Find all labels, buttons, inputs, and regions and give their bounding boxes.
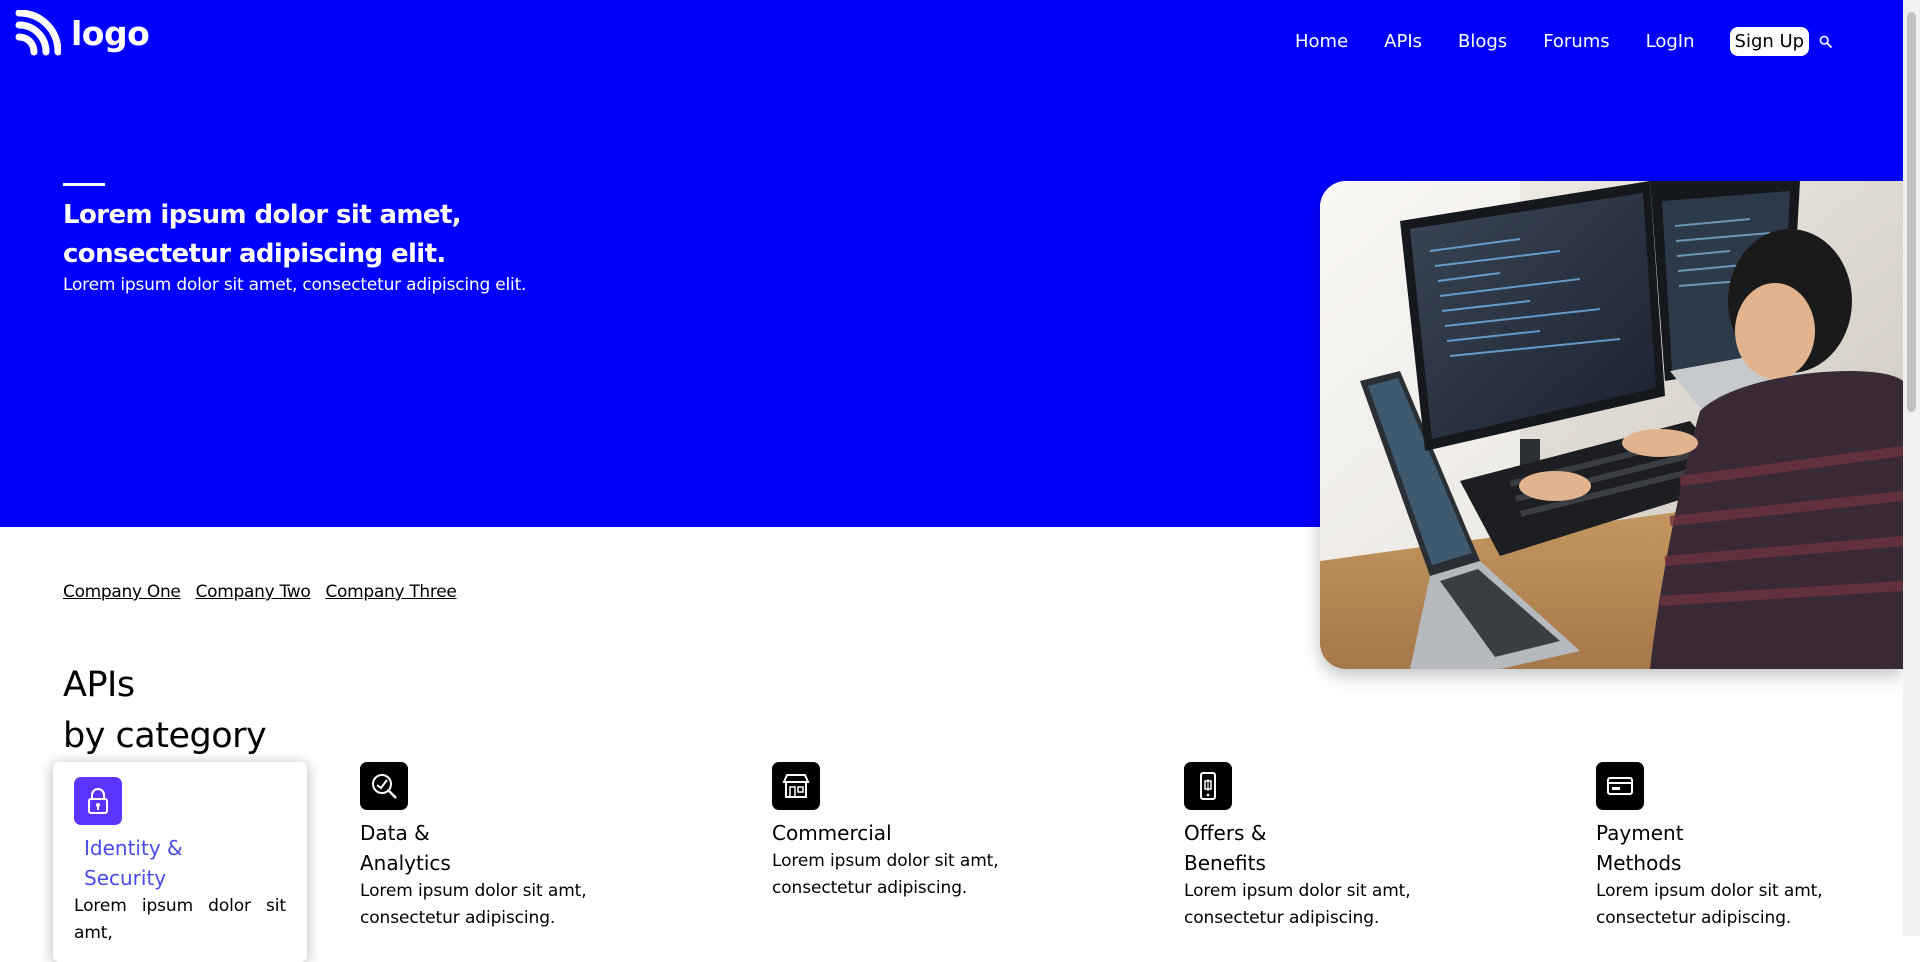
- section-title-line2: by category: [63, 716, 267, 756]
- heading-accent-line: [63, 183, 105, 186]
- category-desc: Lorem ipsum dolor sit amt, consectetur a…: [360, 881, 587, 928]
- category-card-identity-security[interactable]: Identity & Security Lorem ipsum dolor si…: [53, 762, 307, 962]
- mobile-offer-icon: [1184, 762, 1232, 810]
- main-nav: Home APIs Blogs Forums LogIn Sign Up: [1295, 27, 1833, 56]
- category-title: Offers & Benefits: [1184, 821, 1267, 875]
- lock-icon: [74, 777, 122, 825]
- nav-item-home[interactable]: Home: [1295, 31, 1348, 52]
- company-link-one[interactable]: Company One: [63, 582, 181, 602]
- signup-button[interactable]: Sign Up: [1729, 27, 1810, 56]
- category-card-offers-benefits[interactable]: Offers & Benefits Lorem ipsum dolor sit …: [1184, 762, 1439, 932]
- nav-item-forums[interactable]: Forums: [1543, 31, 1609, 52]
- category-card-commercial[interactable]: Commercial Lorem ipsum dolor sit amt, co…: [772, 762, 1027, 902]
- hero-image: [1320, 181, 1903, 669]
- category-card-payment-methods[interactable]: Payment Methods Lorem ipsum dolor sit am…: [1596, 762, 1851, 932]
- hero-subtext: Lorem ipsum dolor sit amet, consectetur …: [63, 275, 527, 295]
- logo-text: logo: [71, 13, 150, 53]
- category-title: Data & Analytics: [360, 821, 451, 875]
- card-icon: [1596, 762, 1644, 810]
- category-desc: Lorem ipsum dolor sit amt, consectetur a…: [1184, 881, 1411, 928]
- category-desc: Lorem ipsum dolor sit amt, consectetur a…: [772, 851, 999, 898]
- logo[interactable]: logo: [15, 10, 150, 56]
- analytics-icon: [360, 762, 408, 810]
- company-links: Company One Company Two Company Three: [63, 582, 457, 602]
- nav-item-blogs[interactable]: Blogs: [1458, 31, 1507, 52]
- scrollbar-thumb[interactable]: [1907, 12, 1916, 412]
- hero-heading: Lorem ipsum dolor sit amet, consectetur …: [63, 200, 462, 269]
- category-title: Identity & Security: [84, 836, 183, 890]
- category-title: Commercial: [772, 821, 892, 845]
- category-card-data-analytics[interactable]: Data & Analytics Lorem ipsum dolor sit a…: [360, 762, 615, 932]
- section-title: APIs by category: [63, 660, 267, 762]
- logo-icon: [15, 10, 61, 56]
- company-link-three[interactable]: Company Three: [325, 582, 456, 602]
- category-desc: Lorem ipsum dolor sit amt, consectetur a…: [1596, 881, 1823, 928]
- nav-item-login[interactable]: LogIn: [1646, 31, 1695, 52]
- company-link-two[interactable]: Company Two: [196, 582, 311, 602]
- category-title: Payment Methods: [1596, 821, 1684, 875]
- search-icon[interactable]: [1819, 35, 1833, 48]
- page-scrollbar[interactable]: [1903, 0, 1920, 936]
- section-title-line1: APIs: [63, 665, 135, 705]
- category-desc: Lorem ipsum dolor sit amt,: [74, 896, 286, 943]
- nav-item-apis[interactable]: APIs: [1384, 31, 1422, 52]
- storefront-icon: [772, 762, 820, 810]
